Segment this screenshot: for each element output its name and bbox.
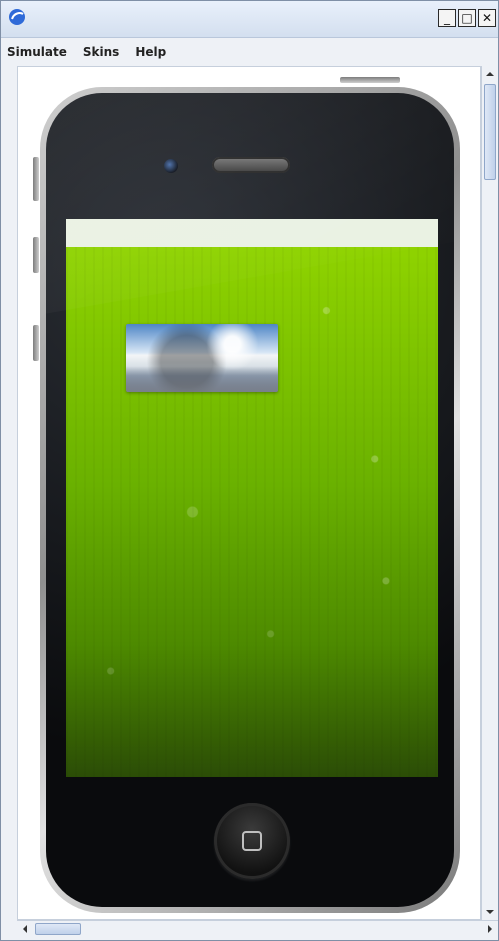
device-body: [46, 93, 454, 907]
scroll-right-icon[interactable]: [482, 921, 498, 937]
vertical-scroll-thumb[interactable]: [484, 84, 496, 180]
vertical-scrollbar[interactable]: [481, 66, 498, 920]
horizontal-scroll-thumb[interactable]: [35, 923, 81, 935]
window-controls: _ □ ✕: [438, 9, 496, 27]
horizontal-scrollbar[interactable]: [17, 920, 498, 937]
device-screen[interactable]: [66, 219, 438, 777]
volume-down-button[interactable]: [33, 325, 39, 361]
home-button[interactable]: [214, 803, 290, 879]
app-logo-icon: [7, 7, 27, 27]
triangle-left-icon: [23, 925, 27, 933]
close-button[interactable]: ✕: [478, 9, 496, 27]
simulator-viewport: [17, 66, 481, 920]
minimize-button[interactable]: _: [438, 9, 456, 27]
device-skin-iphone: [40, 87, 460, 913]
triangle-up-icon: [486, 72, 494, 76]
volume-up-button[interactable]: [33, 237, 39, 273]
scroll-down-icon[interactable]: [482, 904, 498, 920]
landscape-photo[interactable]: [126, 324, 278, 392]
menu-help[interactable]: Help: [135, 45, 166, 59]
app-logo-icon-svg: [9, 9, 25, 25]
status-bar: [66, 219, 438, 247]
power-button[interactable]: [340, 77, 400, 83]
menu-bar: Simulate Skins Help: [1, 38, 498, 66]
menu-skins[interactable]: Skins: [83, 45, 119, 59]
home-square-icon: [242, 831, 262, 851]
triangle-right-icon: [488, 925, 492, 933]
scroll-left-icon[interactable]: [17, 921, 33, 937]
maximize-button[interactable]: □: [458, 9, 476, 27]
earpiece-speaker: [212, 157, 290, 173]
mute-switch[interactable]: [33, 157, 39, 201]
menu-simulate[interactable]: Simulate: [7, 45, 67, 59]
triangle-down-icon: [486, 910, 494, 914]
title-bar[interactable]: _ □ ✕: [1, 1, 498, 38]
scroll-up-icon[interactable]: [482, 66, 498, 82]
simulator-window: _ □ ✕ Simulate Skins Help: [0, 0, 499, 941]
front-camera-icon: [164, 159, 178, 173]
